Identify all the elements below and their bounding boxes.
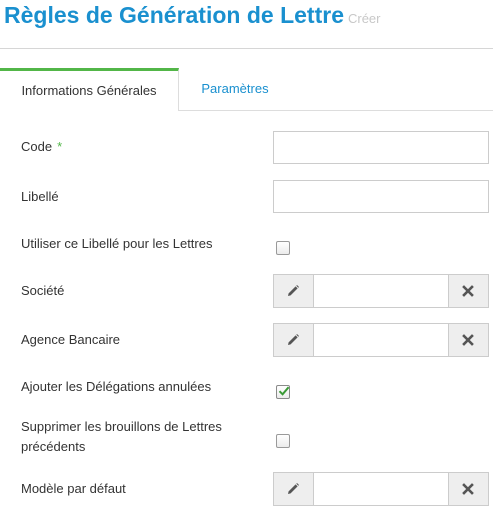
ajouter-delegations-checkbox[interactable] [276,385,290,399]
page-title-text: Règles de Génération de Lettre [4,2,344,28]
close-icon [462,334,474,346]
close-icon [462,483,474,495]
code-input[interactable] [273,131,489,164]
tab-parametres[interactable]: Paramètres [180,68,290,110]
societe-input[interactable] [314,275,450,307]
utiliser-libelle-checkbox[interactable] [276,241,290,255]
agence-bancaire-edit-button[interactable] [274,324,314,356]
agence-bancaire-clear-button[interactable] [448,324,488,356]
pencil-icon [288,483,299,494]
pencil-icon [288,285,299,296]
societe-clear-button[interactable] [448,275,488,307]
page-header: Règles de Génération de Lettre Créer [0,0,493,49]
checkmark-icon [278,386,290,396]
pencil-icon [288,334,299,345]
libelle-input[interactable] [273,180,489,213]
code-label: Code * [21,137,62,157]
code-label-text: Code [21,139,53,154]
supprimer-brouillons-label: Supprimer les brouillons de Lettres préc… [21,419,222,454]
libelle-label: Libellé [21,189,59,204]
modele-defaut-label: Modèle par défaut [21,481,126,496]
agence-bancaire-label: Agence Bancaire [21,332,121,347]
required-mark: * [57,139,63,154]
modele-defaut-clear-button[interactable] [448,473,488,505]
societe-edit-button[interactable] [274,275,314,307]
modele-defaut-lookup [273,472,489,506]
close-icon [462,285,474,297]
supprimer-brouillons-checkbox[interactable] [276,434,290,448]
societe-label: Société [21,283,65,298]
page-subtitle: Créer [347,11,381,26]
ajouter-delegations-label: Ajouter les Délégations annulées [21,379,212,394]
tab-bar: Informations Générales Paramètres [0,68,493,111]
tab-informations-generales[interactable]: Informations Générales [0,68,179,111]
modele-defaut-edit-button[interactable] [274,473,314,505]
societe-lookup [273,274,489,308]
agence-bancaire-input[interactable] [314,324,450,356]
agence-bancaire-lookup [273,323,489,357]
utiliser-libelle-label: Utiliser ce Libellé pour les Lettres [21,236,213,251]
modele-defaut-input[interactable] [314,473,450,505]
page-title: Règles de Génération de Lettre Créer [4,2,381,29]
